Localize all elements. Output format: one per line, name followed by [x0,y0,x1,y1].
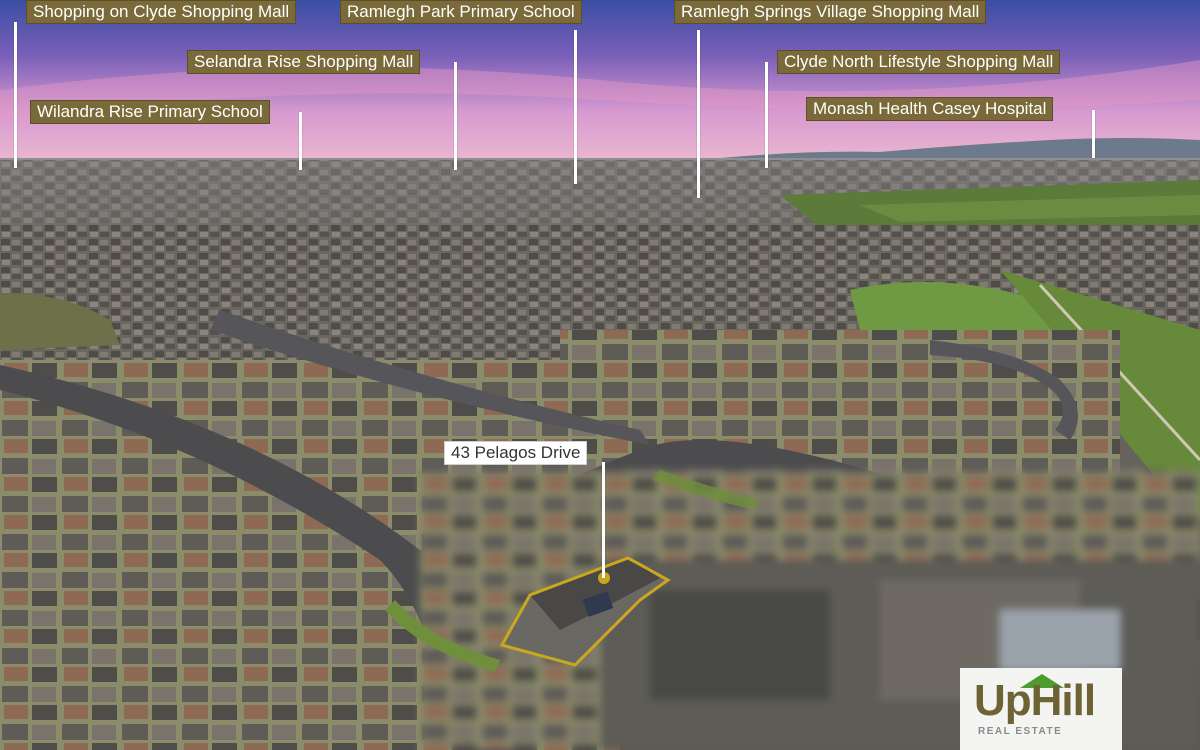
label-subject-property: 43 Pelagos Drive [444,441,588,465]
label-ramlegh-springs: Ramlegh Springs Village Shopping Mall [674,0,987,24]
pin-wilandra-rise-school [299,112,302,170]
label-wilandra-rise-school: Wilandra Rise Primary School [30,100,270,124]
logo-subtitle: REAL ESTATE [978,726,1063,737]
label-shopping-on-clyde: Shopping on Clyde Shopping Mall [26,0,297,24]
label-selandra-rise: Selandra Rise Shopping Mall [187,50,421,74]
label-ramlegh-park-school: Ramlegh Park Primary School [340,0,582,24]
pin-ramlegh-park-school [574,30,577,184]
label-clyde-north-lifestyle: Clyde North Lifestyle Shopping Mall [777,50,1061,74]
pin-monash-health [1092,110,1095,158]
pin-clyde-north-lifestyle [765,62,768,168]
pin-selandra-rise [454,62,457,170]
logo-wordmark: UpHill [974,676,1096,725]
uphill-logo: UpHill REAL ESTATE [960,668,1122,750]
pin-shopping-on-clyde [14,22,17,168]
pin-subject-property [602,462,605,578]
pin-ramlegh-springs [697,30,700,198]
aerial-photo-scene: Shopping on Clyde Shopping Mall Ramlegh … [0,0,1200,750]
label-monash-health: Monash Health Casey Hospital [806,97,1054,121]
